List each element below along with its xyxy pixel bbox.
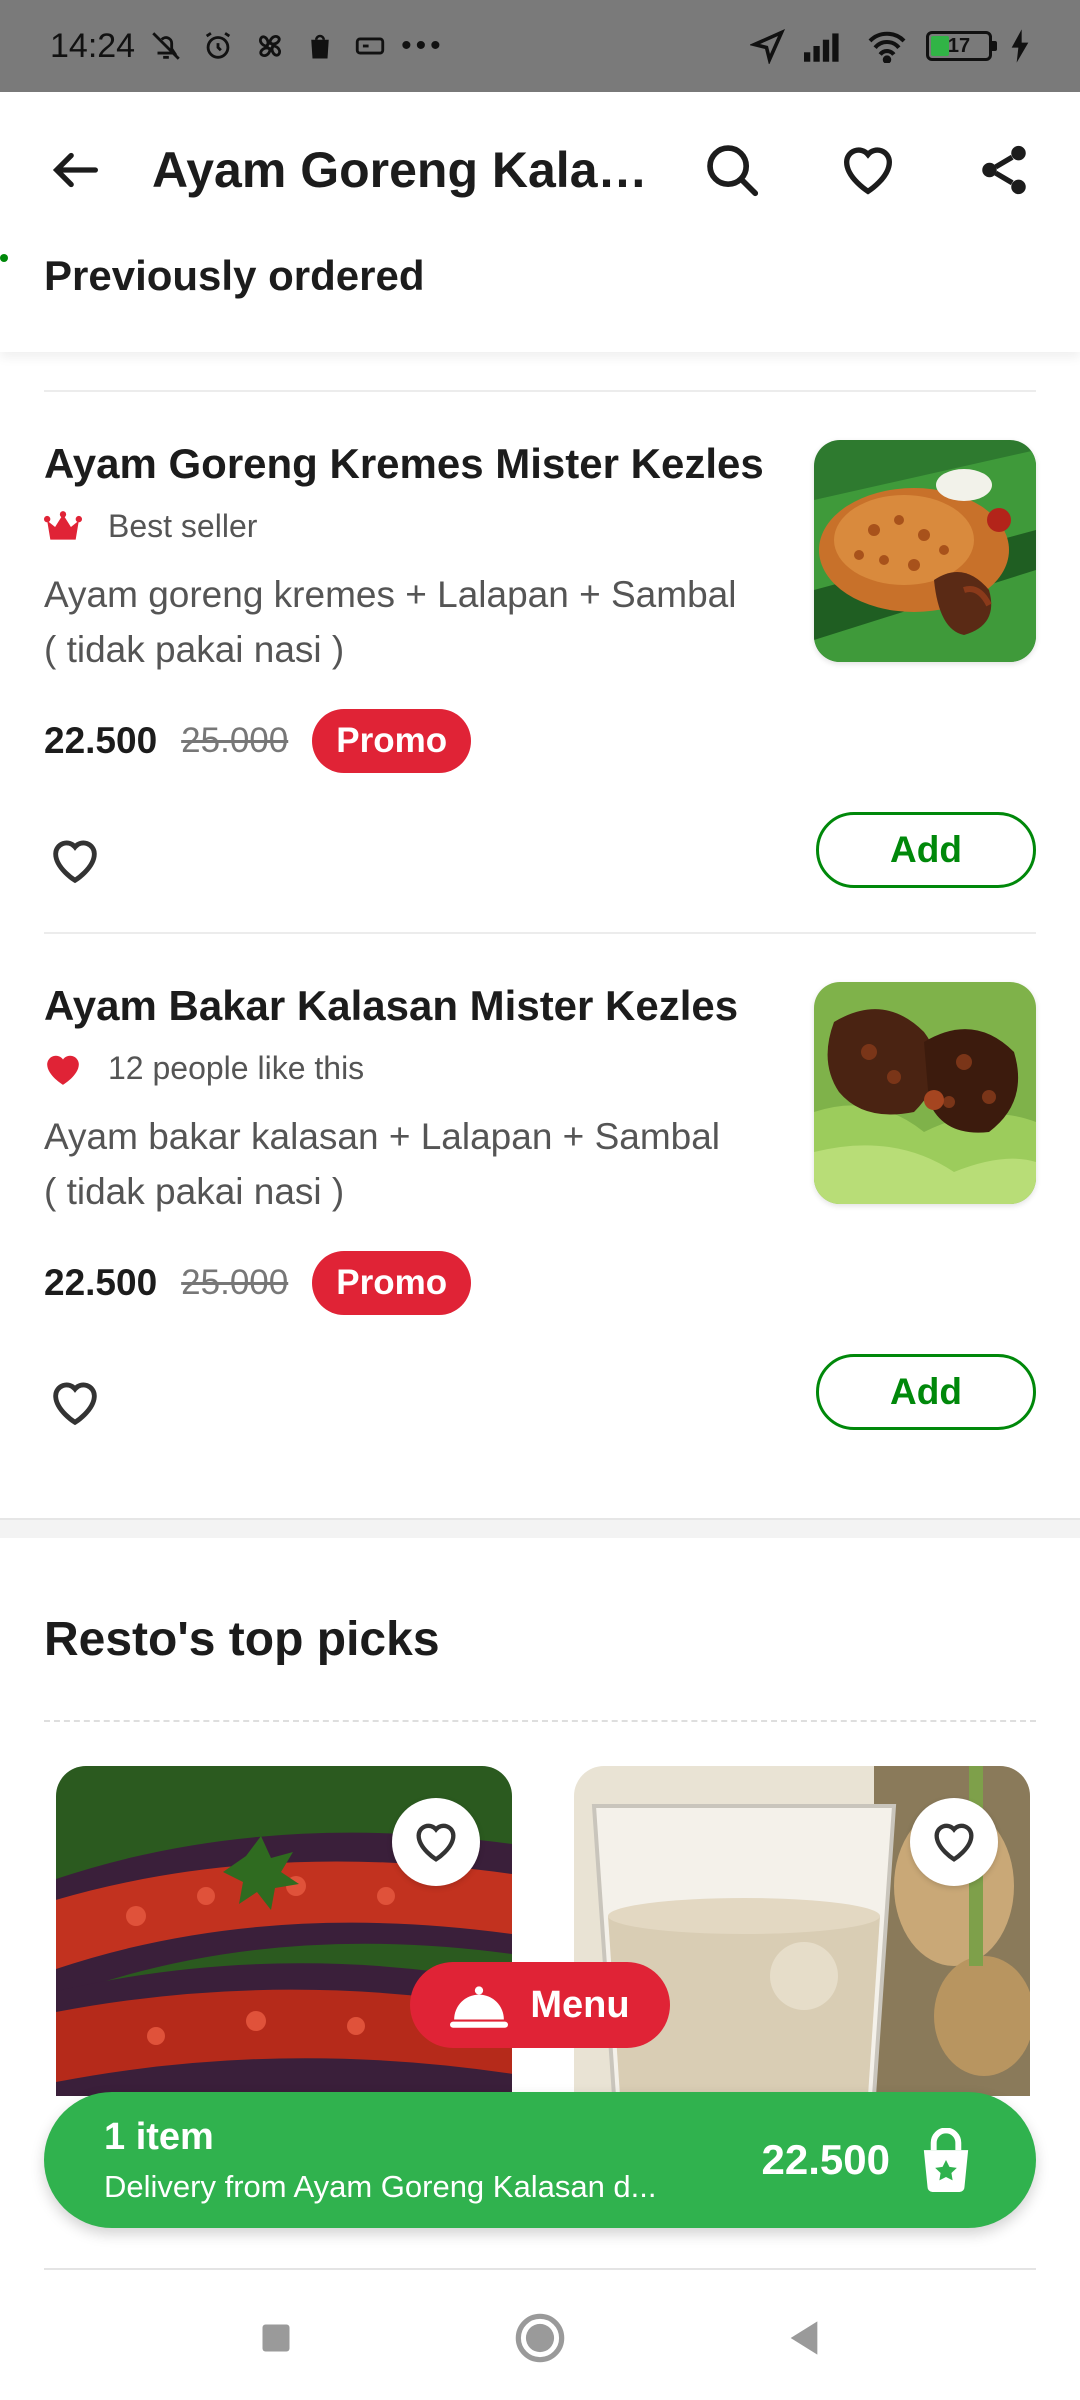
heart-filled-icon [47, 1055, 79, 1085]
cart-total: 22.500 [761, 2136, 890, 2183]
location-icon [750, 28, 786, 64]
heart-outline-icon [843, 147, 893, 195]
battery-level: 17 [947, 34, 971, 57]
item-favorite-button[interactable] [44, 830, 106, 892]
share-icon [982, 145, 1026, 195]
price-row: 22.500 25.000 Promo [44, 1251, 1036, 1315]
status-bar: 14:24 ••• 17 [0, 0, 1080, 92]
item-price: 22.500 [44, 1262, 158, 1303]
section-title-top-picks: Resto's top picks [44, 1613, 440, 1666]
search-icon [707, 145, 759, 197]
charging-icon [1011, 29, 1029, 63]
signal-icon [804, 33, 839, 62]
shopping-bag-icon [923, 2128, 969, 2192]
card-icon [355, 37, 385, 55]
recents-icon[interactable] [258, 2320, 294, 2356]
status-notification-icons [149, 29, 387, 63]
heart-outline-icon [416, 1823, 456, 1862]
home-icon[interactable] [514, 2312, 566, 2364]
back-nav-icon[interactable] [786, 2318, 822, 2358]
item-price: 22.500 [44, 720, 158, 761]
heart-outline-icon [53, 840, 97, 884]
favorite-restaurant-button[interactable] [832, 134, 904, 206]
bell-off-icon [152, 32, 180, 60]
share-button[interactable] [968, 134, 1040, 206]
add-button[interactable]: Add [816, 812, 1036, 888]
cart-delivery-text: Delivery from Ayam Goreng Kalasan d... [104, 2168, 657, 2204]
arrow-left-icon [52, 152, 98, 188]
divider [44, 2268, 1036, 2270]
search-button[interactable] [696, 134, 768, 206]
battery-icon: 17 [926, 31, 997, 61]
back-button[interactable] [40, 134, 112, 206]
top-pick-card[interactable] [574, 1766, 1030, 2096]
divider [44, 390, 1036, 392]
item-description-line: Ayam goreng kremes + Lalapan + Sambal [44, 574, 737, 615]
menu-button[interactable]: Menu [410, 1962, 670, 2048]
more-notifications-icon: ••• [401, 29, 445, 62]
add-button[interactable]: Add [816, 1354, 1036, 1430]
alarm-icon [205, 32, 231, 59]
item-image-ayam-goreng-kremes[interactable] [814, 440, 1036, 662]
restaurant-header: Ayam Goreng Kalasan Mister Kezles Previo… [0, 92, 1080, 352]
menu-item[interactable]: Ayam Goreng Kremes Mister Kezles Best se… [44, 440, 1036, 888]
item-badge-text: Best seller [108, 508, 258, 544]
fan-icon [259, 34, 282, 58]
system-navigation-bar [0, 2275, 1080, 2400]
cloche-icon [450, 1986, 509, 2028]
section-separator [0, 1518, 1080, 1538]
item-description: Ayam bakar kalasan + Lalapan + Sambal ( … [44, 1109, 774, 1219]
heart-outline-icon [934, 1823, 974, 1862]
promo-badge: Promo [312, 1251, 472, 1315]
item-image-ayam-bakar-kalasan[interactable] [814, 982, 1036, 1204]
item-original-price: 25.000 [181, 1263, 289, 1302]
menu-item[interactable]: Ayam Bakar Kalasan Mister Kezles 12 peop… [44, 982, 1036, 1430]
top-pick-favorite-button[interactable] [910, 1798, 998, 1886]
item-description-line: ( tidak pakai nasi ) [44, 1171, 345, 1212]
dashed-divider [44, 1720, 1036, 1722]
cart-bar[interactable]: 1 item Delivery from Ayam Goreng Kalasan… [44, 2092, 1036, 2228]
menu-button-label: Menu [530, 1983, 630, 2026]
wifi-icon [868, 31, 906, 63]
divider [44, 932, 1036, 934]
heart-outline-icon [53, 1382, 97, 1426]
cart-item-count: 1 item [104, 2115, 214, 2158]
promo-badge: Promo [312, 709, 472, 773]
shop-bag-icon [311, 34, 329, 59]
section-title-previously-ordered: Previously ordered [44, 252, 425, 299]
item-description: Ayam goreng kremes + Lalapan + Sambal ( … [44, 567, 774, 677]
item-original-price: 25.000 [181, 721, 289, 760]
top-pick-favorite-button[interactable] [392, 1798, 480, 1886]
page-title: Ayam Goreng Kalasan Mister Kezles [152, 142, 652, 198]
status-time: 14:24 [50, 26, 136, 65]
scroll-indicator [0, 254, 8, 262]
item-badge-text: 12 people like this [108, 1050, 365, 1086]
status-system-icons: 17 [750, 28, 1030, 64]
item-favorite-button[interactable] [44, 1372, 106, 1434]
crown-icon [44, 510, 82, 540]
item-description-line: Ayam bakar kalasan + Lalapan + Sambal [44, 1116, 721, 1157]
price-row: 22.500 25.000 Promo [44, 709, 1036, 773]
item-description-line: ( tidak pakai nasi ) [44, 629, 345, 670]
